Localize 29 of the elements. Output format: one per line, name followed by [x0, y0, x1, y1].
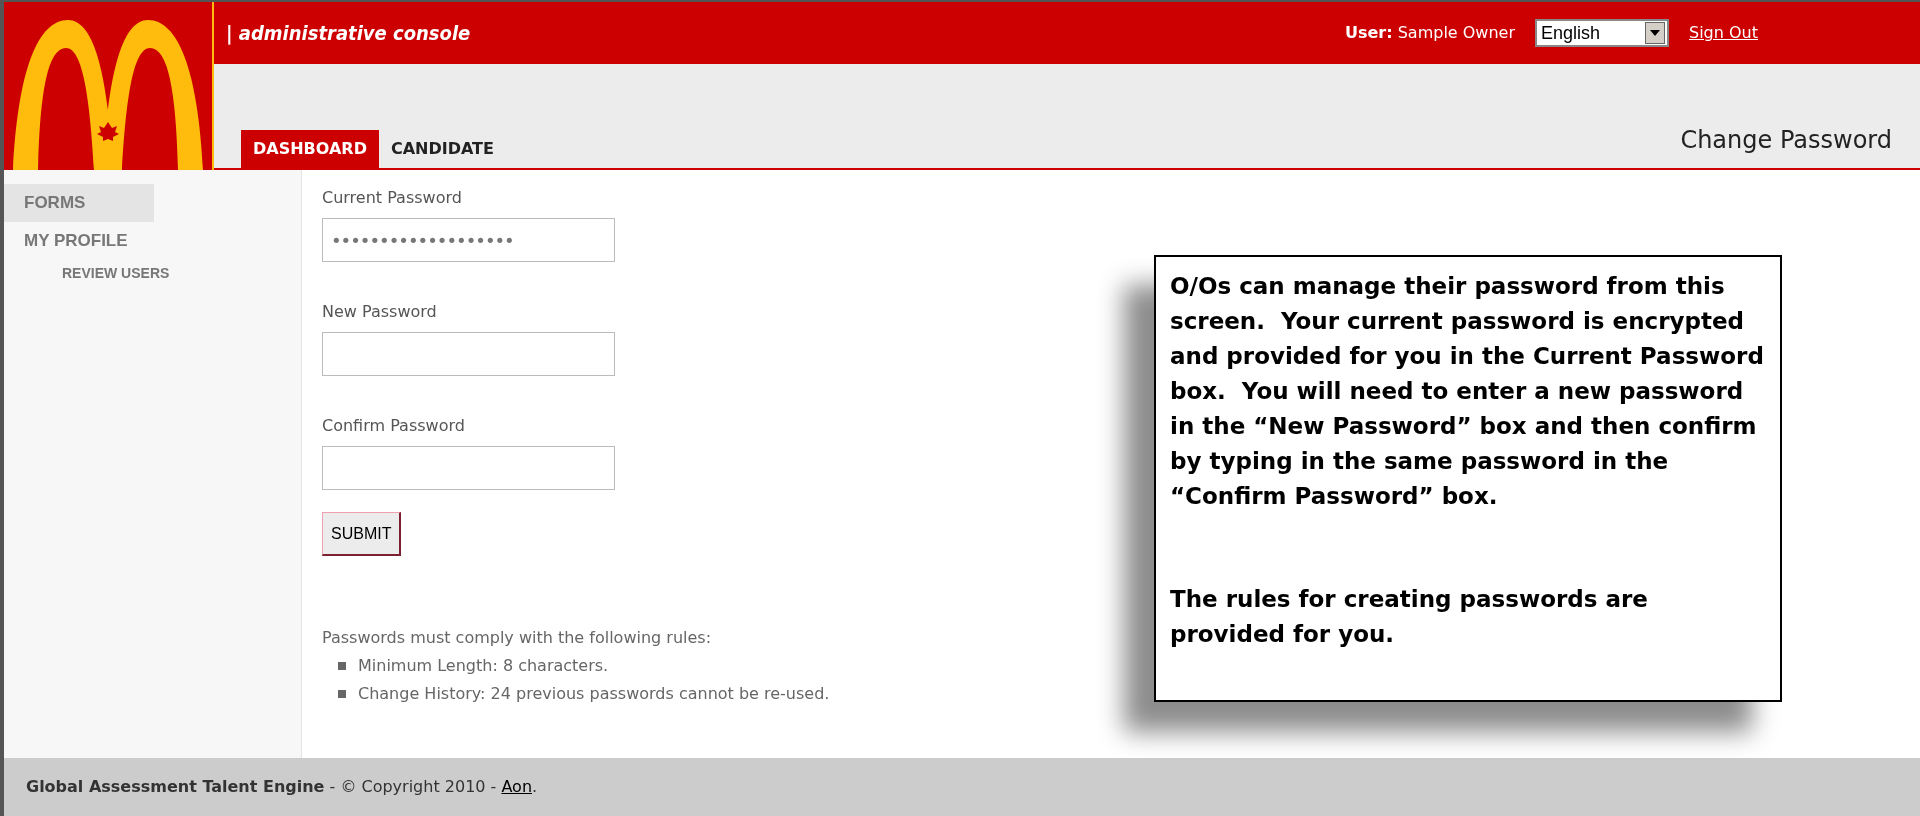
- bullet-icon: [338, 690, 346, 698]
- rule-text: Change History: 24 previous passwords cannot be re-used.: [358, 683, 830, 705]
- sidebar-subitem[interactable]: REVIEW USERS: [62, 259, 170, 288]
- sidebar-item[interactable]: MY PROFILE: [4, 221, 154, 259]
- nav-tab[interactable]: CANDIDATE: [378, 130, 506, 168]
- period-text: .: [532, 777, 538, 796]
- bullet-icon: [338, 662, 346, 670]
- field-label: New Password: [322, 301, 437, 323]
- field-label: Confirm Password: [322, 415, 465, 437]
- rule-text: Minimum Length: 8 characters.: [358, 655, 609, 677]
- copyright-text: Global Assessment Talent Engine - © Copyright 2010 -: [26, 777, 498, 796]
- sidebar-item[interactable]: FORMS: [4, 184, 154, 222]
- user-label: User:: [1344, 23, 1393, 42]
- dropdown-icon: [1645, 22, 1665, 44]
- password-field[interactable]: [322, 332, 615, 376]
- sign-out-link[interactable]: Sign Out: [1689, 21, 1758, 45]
- page-title: Change Password: [1680, 125, 1892, 156]
- nav-tab[interactable]: DASHBOARD: [241, 130, 379, 168]
- console-title: | administrative console: [226, 20, 471, 47]
- rules-intro: Passwords must comply with the following rules:: [322, 627, 712, 649]
- password-field[interactable]: •••••••••••••••••••: [322, 218, 615, 262]
- language-select[interactable]: English: [1535, 19, 1669, 47]
- aon-link[interactable]: Aon: [501, 777, 533, 796]
- callout-text: O/Os can manage their password from this screen. Your current password is encrypted and provided for you in the Current Password box. You will need to enter a new password in the “New Password” box and then confirm by typing in the same password in the “Confirm Password” box.: [1170, 272, 1765, 511]
- user-name: Sample Owner: [1397, 23, 1515, 42]
- password-field[interactable]: [322, 446, 615, 490]
- callout-text: The rules for creating passwords are provided for you.: [1170, 585, 1649, 649]
- field-label: Current Password: [322, 187, 462, 209]
- submit-button[interactable]: SUBMIT: [322, 512, 402, 556]
